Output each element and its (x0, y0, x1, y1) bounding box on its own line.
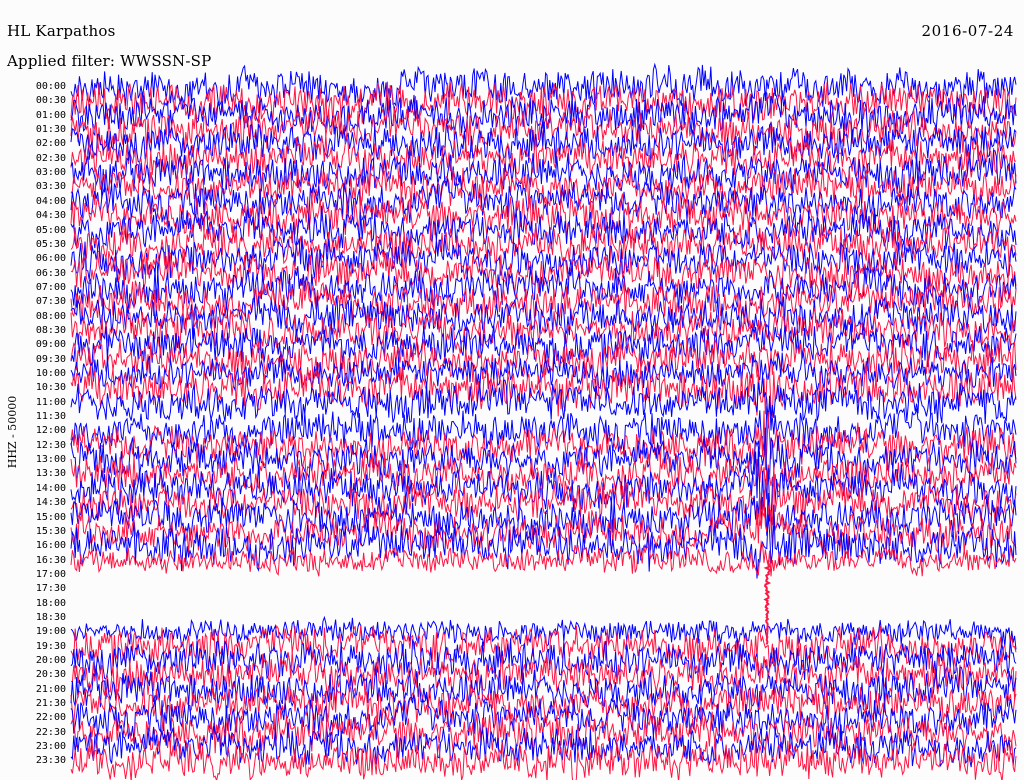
seismogram-plot (70, 62, 1017, 780)
trace-line (70, 638, 1017, 681)
trace-line (70, 410, 1017, 471)
trace-line (70, 709, 1017, 754)
trace-line (70, 504, 1017, 579)
